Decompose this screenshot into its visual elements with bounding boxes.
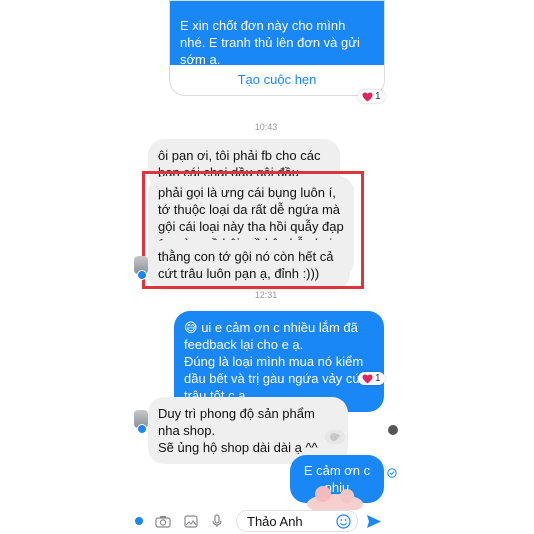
seen-avatar bbox=[388, 425, 398, 435]
outgoing-message-top: E xin chốt đơn này cho mình nhé. E tranh… bbox=[170, 1, 384, 84]
reaction-heart[interactable]: 1 bbox=[358, 90, 385, 103]
sticker-image bbox=[305, 484, 365, 514]
heart-icon bbox=[362, 91, 373, 102]
menu-icon[interactable] bbox=[134, 514, 144, 528]
microphone-icon[interactable] bbox=[206, 514, 228, 528]
incoming-message: Duy trì phong độ sản phẩm nha shop. Sẽ ủ… bbox=[148, 397, 348, 464]
composer-bar: Thảo Anh bbox=[134, 508, 398, 534]
reaction-count: 1 bbox=[375, 91, 381, 102]
timestamp: 12:31 bbox=[254, 290, 278, 300]
messenger-badge-icon bbox=[137, 270, 147, 280]
timestamp: 10:43 bbox=[254, 122, 278, 132]
messenger-badge-icon bbox=[137, 424, 147, 434]
sent-check-icon bbox=[387, 466, 397, 481]
camera-icon[interactable] bbox=[152, 515, 174, 528]
reaction-count: 1 bbox=[375, 373, 381, 384]
outgoing-text: ui e cảm ơn c nhiều lắm đã feedback lại … bbox=[184, 320, 365, 403]
add-reaction-button[interactable] bbox=[325, 430, 345, 444]
reaction-heart[interactable]: 1 bbox=[358, 372, 385, 385]
send-icon[interactable] bbox=[366, 514, 382, 529]
message-input-value: Thảo Anh bbox=[247, 513, 303, 529]
outgoing-message-card: E xin chốt đơn này cho mình nhé. E tranh… bbox=[169, 0, 385, 96]
emoji-icon[interactable] bbox=[336, 514, 351, 529]
photo-icon[interactable] bbox=[180, 514, 202, 528]
highlight-box bbox=[142, 171, 364, 289]
smile-plus-icon bbox=[330, 433, 340, 441]
message-input[interactable]: Thảo Anh bbox=[236, 510, 358, 532]
sweat-smile-emoji: 😅 bbox=[184, 320, 198, 335]
heart-icon bbox=[362, 373, 373, 384]
